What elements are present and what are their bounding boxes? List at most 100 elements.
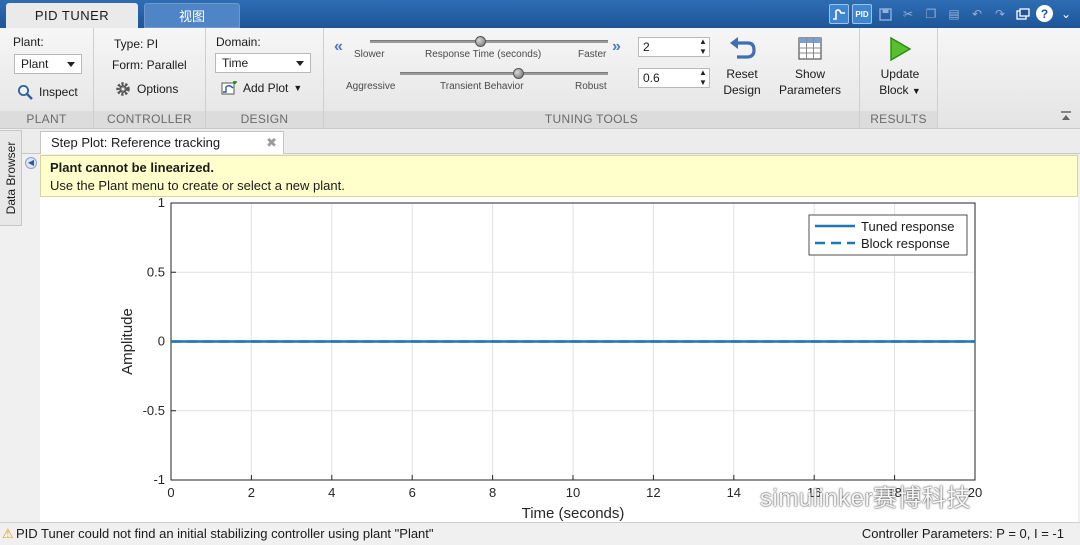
- x-tick-label: 10: [566, 485, 580, 500]
- undo-icon[interactable]: ↶: [967, 4, 987, 24]
- plant-dropdown[interactable]: Plant: [14, 54, 82, 74]
- controller-form: Form: Parallel: [112, 58, 187, 72]
- x-tick-label: 2: [248, 485, 255, 500]
- x-tick-label: 0: [167, 485, 174, 500]
- step-plot-svg[interactable]: 0 2 4 6 8 10 12 14 16 18 20-1-0.500.51Time (second…: [40, 195, 1078, 522]
- collapse-toolstrip-icon[interactable]: [1060, 110, 1072, 122]
- copy-icon[interactable]: ❐: [921, 4, 941, 24]
- tuning-tools-section: « » Slower Response Time (seconds) Faste…: [324, 28, 860, 128]
- options-label: Options: [137, 82, 179, 96]
- x-tick-label: 6: [409, 485, 416, 500]
- options-button[interactable]: Options: [114, 80, 178, 98]
- chevron-down-icon: ▼: [911, 86, 921, 96]
- reset-design-label-1: Reset: [726, 67, 758, 81]
- tab-pid-tuner[interactable]: PID TUNER: [6, 3, 138, 28]
- data-browser-label: Data Browser: [3, 141, 18, 215]
- domain-dropdown[interactable]: Time: [215, 53, 311, 73]
- transient-behavior-stepper[interactable]: ▲ ▼: [697, 68, 709, 88]
- domain-dropdown-value: Time: [222, 56, 249, 70]
- response-time-slider-knob[interactable]: [475, 36, 486, 47]
- results-section: Update Block ▼ RESULTS: [860, 28, 938, 128]
- transient-behavior-label: Transient Behavior: [440, 81, 524, 92]
- chevron-down-icon: [67, 62, 75, 67]
- transient-behavior-slider-knob[interactable]: [513, 68, 524, 79]
- reset-icon: [716, 36, 768, 66]
- spin-up-icon[interactable]: ▲: [697, 37, 709, 47]
- aggressive-label: Aggressive: [346, 81, 396, 92]
- slower-label: Slower: [354, 49, 385, 60]
- plant-section: Plant: Plant Inspect PLANT: [0, 28, 94, 128]
- status-bar: ⚠ PID Tuner could not find an initial st…: [0, 522, 1080, 545]
- banner-message: Use the Plant menu to create or select a…: [50, 178, 345, 193]
- show-parameters-button[interactable]: Show Parameters: [774, 36, 846, 98]
- document-tab-bar: Step Plot: Reference tracking ✖: [22, 130, 1080, 154]
- slower-chevron-icon[interactable]: «: [334, 38, 343, 56]
- step-plot-icon[interactable]: [829, 4, 849, 24]
- y-axis-label: Amplitude: [119, 308, 136, 375]
- expand-icon[interactable]: ⌄: [1056, 4, 1076, 24]
- spin-up-icon[interactable]: ▲: [697, 68, 709, 78]
- design-section: Domain: Time Add Plot ▼ DESIGN: [206, 28, 324, 128]
- plant-dropdown-value: Plant: [21, 57, 49, 71]
- save-icon[interactable]: [875, 4, 895, 24]
- x-tick-label: 4: [328, 485, 335, 500]
- tab-step-plot[interactable]: Step Plot: Reference tracking ✖: [40, 131, 284, 154]
- spin-down-icon[interactable]: ▼: [697, 78, 709, 88]
- toolstrip: Plant: Plant Inspect PLANT Type: PI Form…: [0, 28, 1080, 129]
- x-axis-label: Time (seconds): [522, 505, 625, 522]
- show-parameters-label-1: Show: [794, 67, 826, 81]
- tab-view[interactable]: 视图: [144, 3, 240, 28]
- status-message: PID Tuner could not find an initial stab…: [16, 526, 434, 541]
- paste-icon[interactable]: ▤: [944, 4, 964, 24]
- close-icon[interactable]: ✖: [266, 132, 277, 154]
- y-tick-label: 0: [158, 334, 165, 349]
- step-plot[interactable]: 0 2 4 6 8 10 12 14 16 18 20 -1 -0.5 0 0.5 1 Time (second…: [40, 195, 1078, 522]
- collapse-panel-icon[interactable]: ◀: [25, 157, 37, 169]
- restore-icon[interactable]: [1013, 4, 1033, 24]
- reset-design-label-2: Design: [723, 83, 761, 97]
- y-tick-label: 0.5: [147, 264, 165, 279]
- add-plot-icon: [220, 79, 238, 97]
- inspect-button[interactable]: Inspect: [16, 83, 78, 101]
- response-time-slider[interactable]: [370, 40, 608, 43]
- add-plot-button[interactable]: Add Plot ▼: [220, 79, 302, 97]
- reset-design-button[interactable]: Reset Design: [716, 36, 768, 98]
- chevron-down-icon: ▼: [293, 83, 303, 93]
- y-tick-label: 1: [158, 197, 165, 210]
- update-block-label-1: Update: [880, 67, 920, 81]
- tab-step-plot-label: Step Plot: Reference tracking: [51, 135, 221, 150]
- redo-icon[interactable]: ↷: [990, 4, 1010, 24]
- domain-label: Domain:: [216, 35, 261, 49]
- table-icon: [774, 36, 846, 66]
- add-plot-label: Add Plot: [243, 81, 289, 95]
- title-bar: PID TUNER 视图 PID ✂ ❐ ▤ ↶ ↷ ? ⌄: [0, 0, 1080, 28]
- spin-down-icon[interactable]: ▼: [697, 47, 709, 57]
- help-icon[interactable]: ?: [1036, 5, 1053, 22]
- faster-label: Faster: [578, 49, 607, 60]
- controller-type: Type: PI: [114, 37, 159, 51]
- quick-access-toolbar: PID ✂ ❐ ▤ ↶ ↷ ? ⌄: [829, 4, 1076, 24]
- faster-chevron-icon[interactable]: »: [612, 38, 621, 56]
- robust-label: Robust: [575, 81, 607, 92]
- data-browser-tab[interactable]: Data Browser: [0, 130, 22, 226]
- y-tick-label: -1: [153, 472, 165, 487]
- response-time-stepper[interactable]: ▲ ▼: [697, 37, 709, 57]
- controller-section-label: CONTROLLER: [94, 111, 205, 128]
- legend-label-0: Tuned response: [861, 219, 954, 234]
- watermark: simulinker赛博科技: [760, 485, 972, 512]
- tuning-tools-section-label: TUNING TOOLS: [324, 111, 859, 128]
- magnifier-icon: [16, 83, 34, 101]
- design-section-label: DESIGN: [206, 111, 323, 128]
- cut-icon[interactable]: ✂: [898, 4, 918, 24]
- plant-label: Plant:: [13, 35, 44, 49]
- x-tick-label: 14: [727, 485, 741, 500]
- results-section-label: RESULTS: [860, 111, 937, 128]
- update-block-button[interactable]: Update Block ▼: [866, 36, 934, 99]
- x-tick-label: 12: [646, 485, 660, 500]
- response-time-label: Response Time (seconds): [425, 49, 542, 60]
- transient-behavior-slider[interactable]: [400, 72, 608, 75]
- x-tick-label: 8: [489, 485, 496, 500]
- warning-banner: Plant cannot be linearized. Use the Plan…: [40, 155, 1078, 197]
- plant-section-label: PLANT: [0, 111, 93, 128]
- pid-icon[interactable]: PID: [852, 4, 872, 24]
